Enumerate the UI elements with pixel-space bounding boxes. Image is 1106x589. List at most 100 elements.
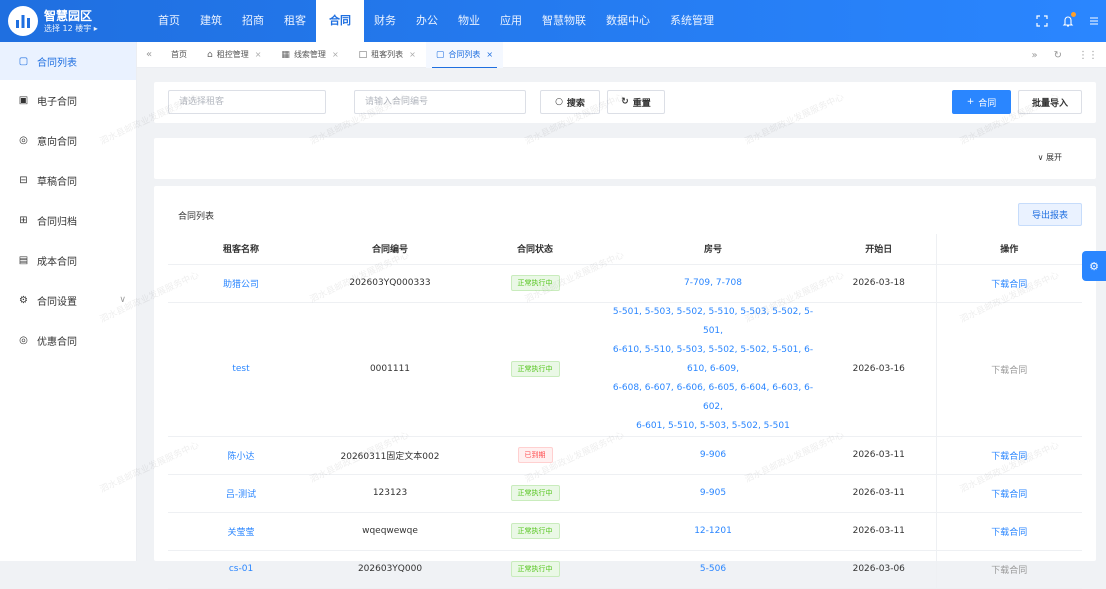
tenant-name-link[interactable]: 吕-测试 (168, 474, 314, 513)
column-header: 操作 (935, 234, 1082, 265)
tenant-name-link[interactable]: 关莹莹 (168, 512, 314, 551)
tab[interactable]: 首页 (161, 42, 197, 68)
sidebar-item[interactable]: ◎ 优惠合同 (0, 320, 136, 360)
sidebar-item-label: 合同设置 (37, 296, 77, 308)
search-button[interactable]: ○ 搜索 (540, 90, 600, 114)
nav-item[interactable]: 数据中心 (596, 0, 660, 42)
download-contract-link[interactable]: 下载合同 (991, 566, 1027, 576)
nav-item[interactable]: 办公 (406, 0, 448, 42)
action-cell: 下载合同 (935, 302, 1082, 437)
room-no-line[interactable]: 9-905 (604, 484, 822, 503)
column-header: 租客名称 (168, 234, 314, 265)
room-no-line[interactable]: 5-501, 5-503, 5-502, 5-510, 5-503, 5-502… (604, 303, 822, 341)
inbox-icon: ⊟ (19, 174, 28, 186)
tenant-name-link[interactable]: 助猎公司 (168, 264, 314, 303)
tab[interactable]: □ 租客列表 × (349, 42, 426, 68)
export-report-button[interactable]: 导出报表 (1018, 203, 1082, 226)
room-no-line[interactable]: 6-610, 5-510, 5-503, 5-502, 5-502, 5-501… (604, 341, 822, 379)
room-no-cell[interactable]: 9-906 (604, 436, 822, 475)
sidebar-item[interactable]: ▤ 成本合同 (0, 240, 136, 280)
pin-icon: ◎ (19, 134, 28, 146)
nav-item[interactable]: 应用 (490, 0, 532, 42)
settings-float-button[interactable]: ⚙ (1082, 251, 1106, 281)
action-cell: 下载合同 (935, 264, 1082, 303)
room-no-cell[interactable]: 5-506 (604, 550, 822, 589)
sidebar-item[interactable]: ▢ 合同列表 (0, 42, 136, 80)
nav-item[interactable]: 财务 (364, 0, 406, 42)
reset-button[interactable]: ↻ 重置 (607, 90, 665, 114)
status-cell: 正常执行中 (466, 302, 604, 437)
room-no-line[interactable]: 5-506 (604, 560, 822, 579)
nav-item[interactable]: 招商 (232, 0, 274, 42)
fullscreen-icon[interactable] (1036, 15, 1048, 27)
tab-label: 线索管理 (293, 50, 326, 59)
contract-no-cell: 202603YQ000333 (314, 264, 466, 303)
close-icon[interactable]: × (409, 50, 416, 59)
status-cell: 正常执行中 (466, 474, 604, 513)
tenant-name-link[interactable]: test (168, 302, 314, 437)
room-no-line[interactable]: 6-608, 6-607, 6-606, 6-605, 6-604, 6-603… (604, 379, 822, 417)
expand-toggle[interactable]: ∨ 展开 (1038, 152, 1062, 163)
close-icon[interactable]: × (255, 50, 262, 59)
room-no-line[interactable]: 6-601, 5-510, 5-503, 5-502, 5-501 (604, 417, 822, 436)
app-logo-icon (8, 6, 38, 36)
contract-no-input[interactable]: 请输入合同编号 (354, 90, 526, 114)
grid-icon[interactable]: ⋮⋮ (1078, 50, 1098, 61)
room-no-cell[interactable]: 5-501, 5-503, 5-502, 5-510, 5-503, 5-502… (604, 302, 822, 437)
download-contract-link[interactable]: 下载合同 (991, 490, 1027, 500)
download-contract-link[interactable]: 下载合同 (991, 528, 1027, 538)
download-contract-link[interactable]: 下载合同 (991, 280, 1027, 290)
add-contract-button[interactable]: + 合同 (952, 90, 1011, 114)
contract-no-cell: 123123 (314, 474, 466, 513)
add-contract-label: 合同 (978, 98, 997, 109)
bell-icon[interactable] (1062, 12, 1076, 27)
nav-item[interactable]: 智慧物联 (532, 0, 596, 42)
sidebar-item[interactable]: ⊞ 合同归档 (0, 200, 136, 240)
app-logo-area[interactable]: 智慧园区 选择 12 楼宇 ▸ (0, 0, 148, 42)
status-badge: 正常执行中 (510, 561, 560, 577)
close-icon[interactable]: × (486, 50, 493, 59)
nav-item[interactable]: 建筑 (190, 0, 232, 42)
nav-item[interactable]: 系统管理 (660, 0, 724, 42)
room-no-line[interactable]: 9-906 (604, 446, 822, 465)
room-no-cell[interactable]: 12-1201 (604, 512, 822, 551)
column-header: 开始日 (822, 234, 936, 265)
tab[interactable]: ▦ 线索管理 × (271, 42, 348, 68)
tenant-select[interactable]: 请选择租客 (168, 90, 326, 114)
nav-item[interactable]: 首页 (148, 0, 190, 42)
close-icon[interactable]: × (332, 50, 339, 59)
download-contract-link[interactable]: 下载合同 (991, 452, 1027, 462)
tabs-scroll-right-icon[interactable]: » (1031, 50, 1037, 61)
tab[interactable]: ⌂ 租控管理 × (197, 42, 271, 68)
chevron-down-icon[interactable]: ∨ (119, 295, 126, 305)
tenant-name-link[interactable]: cs-01 (168, 550, 314, 589)
table-row: 助猎公司 202603YQ000333 正常执行中 7-709, 7-708 2026-… (168, 264, 1082, 303)
refresh-icon[interactable]: ↻ (1054, 50, 1062, 61)
batch-import-button[interactable]: 批量导入 (1018, 90, 1082, 114)
room-no-line[interactable]: 7-709, 7-708 (604, 274, 822, 293)
nav-item[interactable]: 合同 (316, 0, 364, 42)
calendar-icon: ▦ (281, 49, 290, 60)
room-no-cell[interactable]: 9-905 (604, 474, 822, 513)
sidebar-item[interactable]: ⚙ 合同设置 ∨ (0, 280, 136, 320)
table-row: 陈小达 20260311固定文本002 已到期 9-906 2026-03-11 下载合同 (168, 436, 1082, 475)
nav-item[interactable]: 租客 (274, 0, 316, 42)
action-cell: 下载合同 (935, 436, 1082, 475)
sidebar-item[interactable]: ▣ 电子合同 (0, 80, 136, 120)
menu-icon[interactable] (1088, 15, 1100, 27)
collapse-sidebar-icon[interactable]: « (137, 49, 161, 60)
search-icon: ○ (555, 97, 563, 107)
table-row: 吕-测试 123123 正常执行中 9-905 2026-03-11 下载合同 (168, 474, 1082, 513)
building-selector[interactable]: 选择 12 楼宇 ▸ (44, 23, 98, 34)
room-no-cell[interactable]: 7-709, 7-708 (604, 264, 822, 303)
download-contract-link[interactable]: 下载合同 (991, 366, 1027, 376)
nav-item[interactable]: 物业 (448, 0, 490, 42)
tab[interactable]: ▢ 合同列表 × (425, 41, 504, 68)
sidebar-item[interactable]: ◎ 意向合同 (0, 120, 136, 160)
gear-icon: ⚙ (1089, 259, 1099, 273)
sidebar-item[interactable]: ⊟ 草稿合同 (0, 160, 136, 200)
room-no-line[interactable]: 12-1201 (604, 522, 822, 541)
square-icon: □ (358, 49, 368, 60)
tenant-name-link[interactable]: 陈小达 (168, 436, 314, 475)
contract-no-cell: 0001111 (314, 302, 466, 437)
